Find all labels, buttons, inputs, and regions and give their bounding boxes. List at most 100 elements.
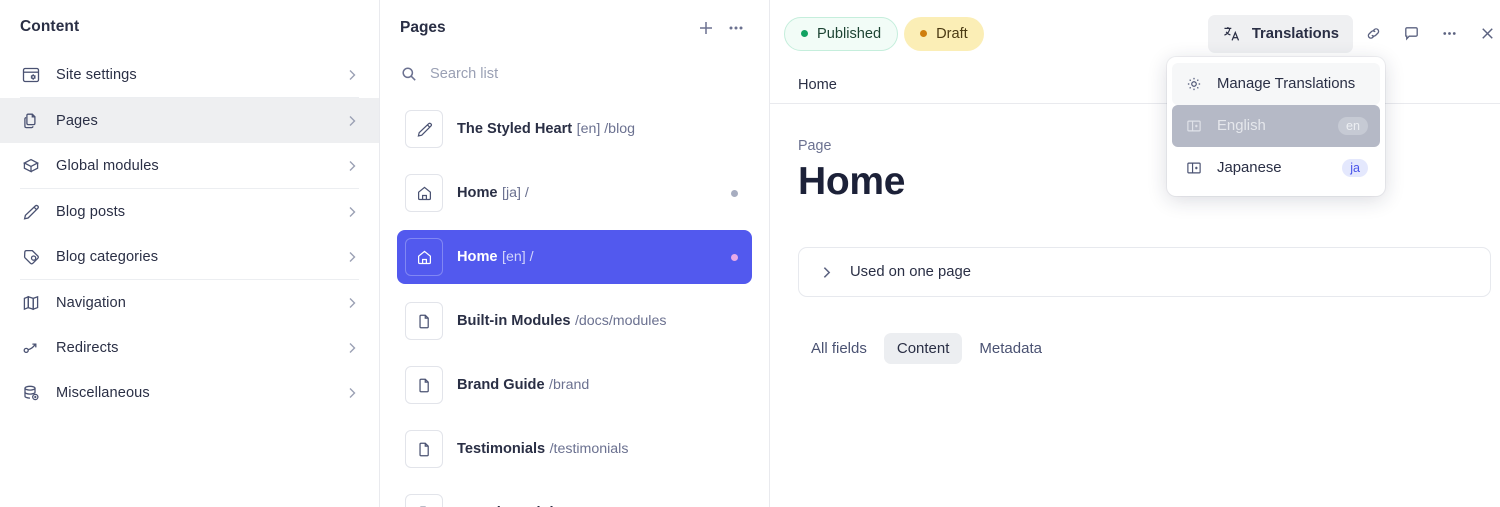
chevron-right-icon [345,386,359,400]
chevron-right-icon [819,265,834,280]
status-badge-published[interactable]: Published [784,16,899,51]
list-item-path: [ja] / [502,184,529,201]
language-code-badge: en [1337,116,1368,136]
pages-panel-header: Pages [380,0,769,56]
sidebar-item-label: Site settings [56,66,137,83]
sidebar-group-2: Pages Global modules [0,98,379,188]
list-item-path: /brand [549,376,590,393]
pages-list: The Styled Heart [en] /blog Home [ja] / [380,102,769,507]
list-item[interactable]: Home [ja] / [397,166,752,220]
list-item-name: Testimonials [457,440,546,457]
menu-item-japanese[interactable]: Japanese ja [1172,147,1380,189]
comment-icon[interactable] [1393,16,1429,52]
list-item-name: Built-in Modules [457,312,571,329]
breadcrumb: Home [798,77,837,93]
sidebar: Content Site settings Pages Global modul… [0,0,380,507]
menu-item-english[interactable]: English en [1172,105,1380,147]
tab-all-fields[interactable]: All fields [798,333,880,364]
list-item-name: Brand Guide [457,376,545,393]
menu-item-manage-translations[interactable]: Manage Translations [1172,63,1380,105]
more-options-icon[interactable] [1431,16,1467,52]
status-dot [731,382,738,389]
used-on-label: Used on one page [850,264,971,280]
sidebar-item-label: Pages [56,112,98,129]
chevron-right-icon [345,341,359,355]
menu-item-label: Japanese [1217,160,1282,176]
list-item-path: /docs/modules [574,312,667,329]
sidebar-item-label: Redirects [56,339,119,356]
pencil-icon [405,110,443,148]
sidebar-item-label: Miscellaneous [56,384,150,401]
field-tabs: All fields Content Metadata [798,333,1491,364]
page-title: Home [798,160,906,203]
status-badge-draft[interactable]: Draft [904,16,984,51]
document-icon [405,302,443,340]
chevron-right-icon [345,296,359,310]
sidebar-item-label: Global modules [56,157,159,174]
database-add-icon [20,382,42,404]
list-item-path: [en] /blog [576,120,635,137]
list-item-name: Home [457,184,498,201]
sidebar-group-1: Site settings [0,52,379,97]
translations-dropdown: Manage Translations English en Japanese … [1167,57,1385,196]
pages-panel: Pages The Styled Heart [en] /blog [380,0,770,507]
sidebar-item-blog-categories[interactable]: Blog categories [0,234,379,279]
pages-icon [20,110,42,132]
status-badges: Published Draft [784,16,984,51]
home-icon [405,238,443,276]
list-item-selected[interactable]: Home [en] / [397,230,752,284]
chevron-right-icon [345,205,359,219]
chevron-right-icon [345,159,359,173]
gear-icon [1185,75,1204,93]
status-dot [731,189,738,197]
status-badge-label: Published [817,25,882,42]
page-type-label: Page [798,138,832,154]
add-translation-icon [1185,159,1204,177]
close-icon[interactable] [1469,16,1500,52]
menu-item-label: English [1217,118,1266,134]
search-input[interactable] [430,66,749,82]
list-item[interactable]: Brand Guide /brand [397,358,752,412]
status-dot [731,446,738,453]
sidebar-item-pages[interactable]: Pages [0,98,379,143]
pages-more-button[interactable] [721,13,751,43]
sidebar-item-global-modules[interactable]: Global modules [0,143,379,188]
sidebar-item-redirects[interactable]: Redirects [0,325,379,370]
link-icon[interactable] [1355,16,1391,52]
search-row[interactable] [380,56,769,92]
menu-item-label: Manage Translations [1217,76,1356,92]
document-icon [405,430,443,468]
document-icon [405,366,443,404]
translate-icon [1222,24,1241,43]
pages-panel-title: Pages [400,19,446,36]
translations-button-label: Translations [1251,25,1339,42]
list-item[interactable]: Search module [397,486,752,507]
sidebar-item-blog-posts[interactable]: Blog posts [0,189,379,234]
list-item[interactable]: Built-in Modules /docs/modules [397,294,752,348]
translations-button[interactable]: Translations [1207,14,1353,53]
status-dot [731,318,738,325]
sidebar-item-navigation[interactable]: Navigation [0,280,379,325]
tab-metadata[interactable]: Metadata [966,333,1055,364]
sidebar-item-miscellaneous[interactable]: Miscellaneous [0,370,379,415]
list-item[interactable]: Testimonials /testimonials [397,422,752,476]
sidebar-title: Content [20,18,80,35]
chevron-right-icon [345,68,359,82]
list-item[interactable]: The Styled Heart [en] /blog [397,102,752,156]
used-on-accordion[interactable]: Used on one page [798,247,1491,297]
add-page-button[interactable] [691,13,721,43]
chevron-right-icon [345,114,359,128]
list-item-name: The Styled Heart [457,120,573,137]
sidebar-item-site-settings[interactable]: Site settings [0,52,379,97]
search-icon [400,65,418,83]
redirect-arrow-icon [20,337,42,359]
site-settings-icon [20,64,42,86]
status-dot [731,126,738,133]
toolbar-actions: Translations [1207,14,1500,53]
tag-icon [20,246,42,268]
tab-content[interactable]: Content [883,333,963,364]
list-item-path: [en] / [502,248,534,265]
main-toolbar: Published Draft Translations [770,0,1500,67]
sidebar-group-3: Blog posts Blog categories [0,189,379,279]
list-item-name: Home [457,248,498,265]
